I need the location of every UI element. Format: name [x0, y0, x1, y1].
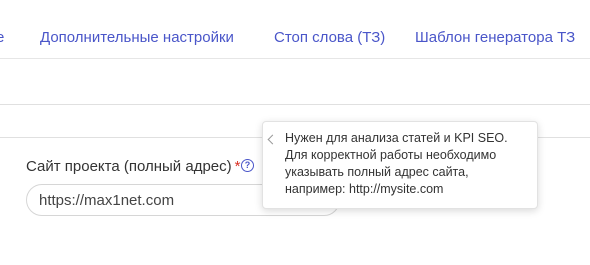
required-marker: *: [234, 158, 241, 175]
divider: [0, 104, 590, 105]
tooltip-arrow: [267, 134, 278, 145]
field-label-text: Сайт проекта (полный адрес): [26, 158, 232, 175]
tab-additional-settings[interactable]: Дополнительные настройки: [40, 29, 234, 46]
project-site-label: Сайт проекта (полный адрес) *: [26, 158, 240, 175]
help-tooltip: Нужен для анализа статей и KPI SEO. Для …: [262, 121, 538, 209]
tab-generator-template[interactable]: Шаблон генератора ТЗ: [415, 29, 575, 46]
question-circle-icon[interactable]: ?: [241, 159, 254, 172]
tab-partial[interactable]: е: [0, 29, 4, 46]
tab-stop-words[interactable]: Стоп слова (ТЗ): [274, 29, 385, 46]
tooltip-text: Нужен для анализа статей и KPI SEO. Для …: [285, 131, 508, 196]
tabs-bar: е Дополнительные настройки Стоп слова (Т…: [0, 0, 590, 59]
